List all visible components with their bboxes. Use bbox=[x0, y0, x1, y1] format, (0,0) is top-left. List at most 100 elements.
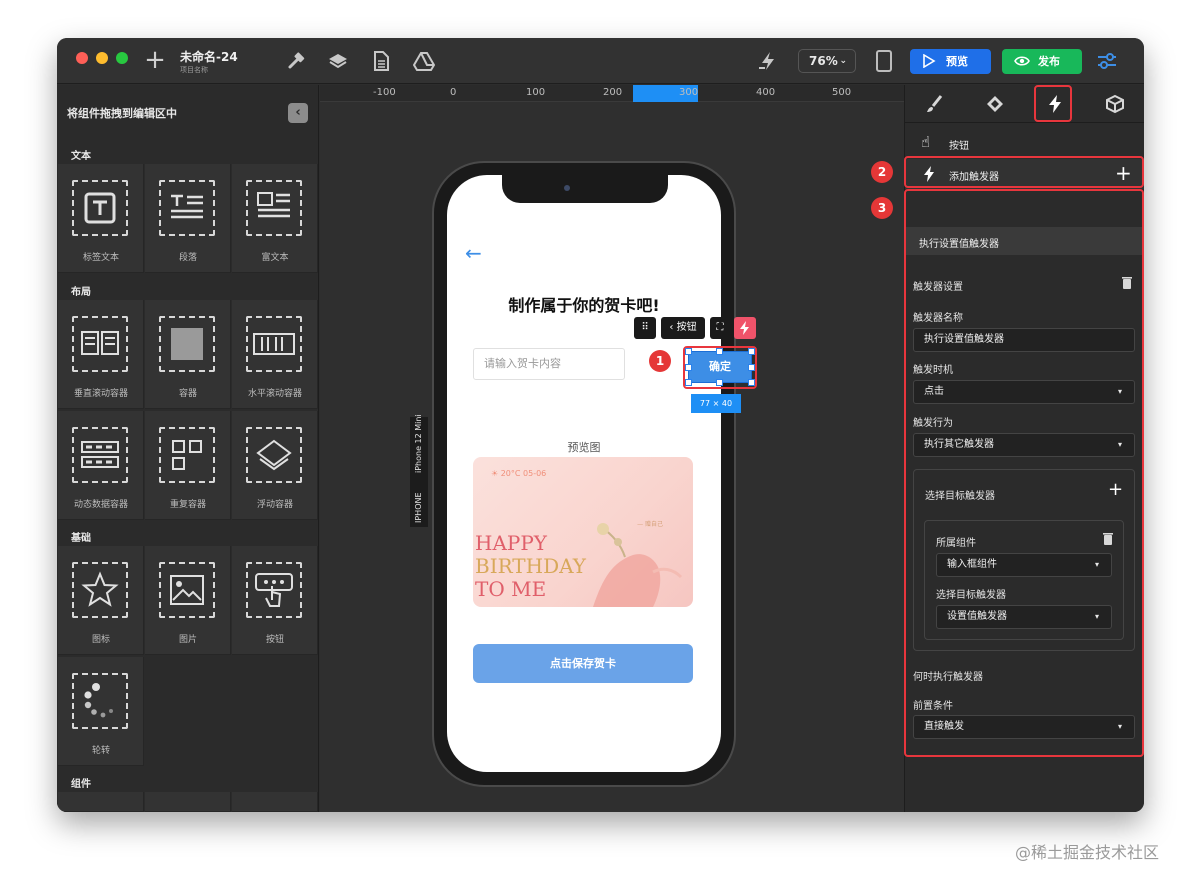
save-card-button[interactable]: 点击保存贺卡 bbox=[473, 644, 693, 683]
component-rich-text[interactable]: 富文本 bbox=[232, 164, 318, 273]
ruler-tick: 200 bbox=[603, 87, 623, 98]
add-page-button[interactable]: + bbox=[143, 47, 167, 73]
device-type: IPHONE bbox=[414, 492, 423, 523]
zoom-window-button[interactable] bbox=[116, 52, 128, 64]
component-label: 动态数据容器 bbox=[73, 500, 128, 510]
component-image[interactable]: 图片 bbox=[145, 546, 231, 655]
phone-notch bbox=[502, 175, 668, 203]
paragraph-icon bbox=[159, 180, 215, 236]
file-icon[interactable] bbox=[370, 50, 392, 72]
card-date: ☀ 20°C 05-06 bbox=[491, 469, 547, 478]
resize-handle[interactable] bbox=[716, 379, 723, 386]
preview-label: 预览图 bbox=[567, 441, 601, 454]
component-label: 富文本 bbox=[261, 253, 289, 263]
eye-icon bbox=[1014, 56, 1030, 66]
component-panel: 将组件拖拽到编辑区中 ‹ 文本 标签文本 段落 富文本 布局 垂直滚动容器 容器… bbox=[57, 85, 319, 812]
app-window: + 未命名-24 项目名称 76% ⌄ 预览 发布 将组件拖拽到编辑区中 ‹ 文… bbox=[57, 38, 1144, 812]
selected-component-row: ☝ 按钮 bbox=[905, 133, 1144, 155]
bolt-toolbar-icon[interactable] bbox=[757, 50, 779, 72]
card-line-happy: HAPPY bbox=[475, 531, 548, 555]
horizontal-ruler: 0 -100 0 100 200 300 400 500 bbox=[320, 85, 904, 102]
component-container[interactable]: 容器 bbox=[145, 300, 231, 409]
component-cell-partial[interactable] bbox=[232, 792, 318, 812]
hammer-icon[interactable] bbox=[285, 50, 307, 72]
resize-handle[interactable] bbox=[685, 364, 692, 371]
collapse-panel-button[interactable]: ‹ bbox=[288, 103, 308, 123]
tab-data[interactable] bbox=[1085, 85, 1144, 123]
component-icon[interactable]: 图标 bbox=[58, 546, 144, 655]
component-button[interactable]: 按钮 bbox=[232, 546, 318, 655]
component-row: 动态数据容器 重复容器 浮动容器 bbox=[57, 411, 318, 520]
section-basic: 基础 bbox=[71, 533, 91, 544]
tab-component[interactable] bbox=[965, 85, 1025, 123]
watermark: @稀土掘金技术社区 bbox=[1015, 843, 1160, 862]
component-label: 水平滚动容器 bbox=[247, 389, 302, 399]
layers-icon[interactable] bbox=[327, 50, 349, 72]
preview-button[interactable]: 预览 bbox=[910, 49, 991, 74]
brush-icon bbox=[927, 95, 943, 112]
drag-handle-icon[interactable]: ⠿ bbox=[634, 317, 656, 339]
hand-pointer-icon bbox=[246, 562, 302, 618]
drive-icon[interactable] bbox=[413, 50, 435, 72]
ruler-tick: -100 bbox=[373, 87, 396, 98]
highlight-box-3 bbox=[904, 189, 1144, 757]
card-content-input[interactable]: 请输入贺卡内容 bbox=[473, 348, 625, 380]
component-horizontal-scroll[interactable]: 水平滚动容器 bbox=[232, 300, 318, 409]
component-cell-partial[interactable] bbox=[58, 792, 144, 812]
device-toggle-icon[interactable] bbox=[876, 50, 892, 72]
fit-size-icon[interactable]: ⛶ bbox=[710, 317, 730, 339]
float-container-icon bbox=[246, 427, 302, 483]
component-cell-partial[interactable] bbox=[145, 792, 231, 812]
highlight-box-tab bbox=[1034, 85, 1072, 122]
cube-icon bbox=[1106, 94, 1124, 114]
resize-handle[interactable] bbox=[716, 348, 723, 355]
sliders-icon[interactable] bbox=[1096, 50, 1118, 72]
ruler-tick: 400 bbox=[756, 87, 776, 98]
birthday-card-image: ☀ 20°C 05-06 — 赠自己 HAPPY BIRTHDAY TO ME bbox=[473, 457, 693, 607]
minimize-window-button[interactable] bbox=[96, 52, 108, 64]
zoom-select[interactable]: 76% ⌄ bbox=[798, 49, 856, 73]
phone-screen[interactable]: ← 制作属于你的贺卡吧! 请输入贺卡内容 预览图 ☀ 20°C 05-06 — … bbox=[447, 175, 721, 772]
rich-text-icon bbox=[246, 180, 302, 236]
editor-canvas[interactable]: 0 -100 0 100 200 300 400 500 iPhone 12 M… bbox=[320, 85, 904, 812]
repeat-container-icon bbox=[159, 427, 215, 483]
resize-handle[interactable] bbox=[748, 364, 755, 371]
resize-handle[interactable] bbox=[748, 348, 755, 355]
document-title[interactable]: 未命名-24 bbox=[180, 48, 238, 65]
section-layout: 布局 bbox=[71, 287, 91, 298]
device-name: iPhone 12 Mini bbox=[414, 414, 423, 473]
component-repeat-container[interactable]: 重复容器 bbox=[145, 411, 231, 520]
close-window-button[interactable] bbox=[76, 52, 88, 64]
resize-handle[interactable] bbox=[748, 379, 755, 386]
image-icon bbox=[159, 562, 215, 618]
component-label: 图标 bbox=[91, 635, 110, 645]
tab-style[interactable] bbox=[905, 85, 965, 123]
back-arrow-icon[interactable]: ← bbox=[465, 241, 482, 265]
component-dynamic-data[interactable]: 动态数据容器 bbox=[58, 411, 144, 520]
component-label-text[interactable]: 标签文本 bbox=[58, 164, 144, 273]
component-row bbox=[57, 792, 318, 812]
ruler-tick: 100 bbox=[526, 87, 546, 98]
component-label: 浮动容器 bbox=[256, 500, 293, 510]
select-parent-button[interactable]: ‹ 按钮 bbox=[661, 317, 705, 339]
play-icon bbox=[923, 54, 936, 68]
selected-component-label: 按钮 bbox=[949, 141, 969, 152]
horizontal-scroll-icon bbox=[246, 316, 302, 372]
resize-handle[interactable] bbox=[685, 379, 692, 386]
diamond-icon bbox=[987, 96, 1003, 112]
chevron-down-icon: ⌄ bbox=[839, 56, 847, 66]
publish-button[interactable]: 发布 bbox=[1002, 49, 1082, 74]
hand-pointer-icon: ☝ bbox=[921, 133, 931, 151]
component-paragraph[interactable]: 段落 bbox=[145, 164, 231, 273]
component-carousel[interactable]: 轮转 bbox=[58, 657, 144, 766]
star-icon bbox=[72, 562, 128, 618]
properties-tabs bbox=[905, 85, 1144, 123]
annotation-marker-3: 3 bbox=[871, 197, 893, 219]
component-vertical-scroll[interactable]: 垂直滚动容器 bbox=[58, 300, 144, 409]
component-float-container[interactable]: 浮动容器 bbox=[232, 411, 318, 520]
ruler-tick: 300 bbox=[679, 87, 699, 98]
selected-component-name: 按钮 bbox=[676, 322, 697, 333]
trigger-bolt-icon[interactable] bbox=[734, 317, 756, 339]
card-title: 制作属于你的贺卡吧! bbox=[508, 296, 660, 315]
resize-handle[interactable] bbox=[685, 348, 692, 355]
